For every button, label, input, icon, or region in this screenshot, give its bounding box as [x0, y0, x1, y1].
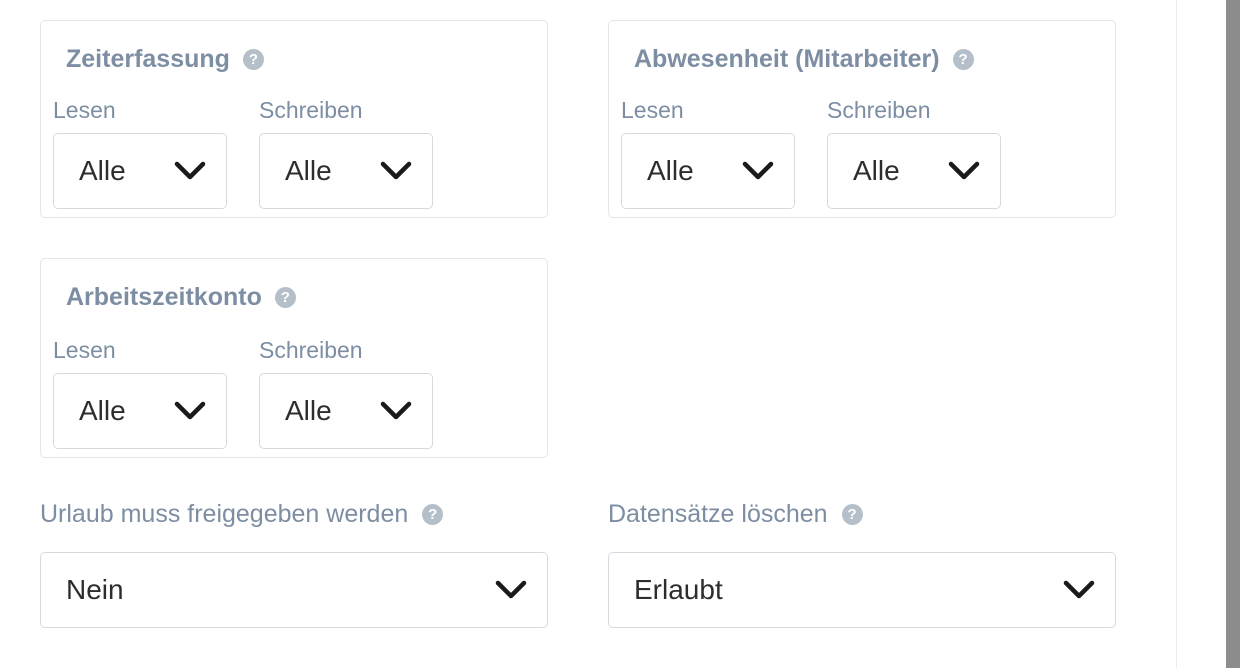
write-select[interactable]: Alle [827, 133, 1001, 209]
question-circle-icon[interactable]: ? [952, 49, 974, 70]
chevron-down-icon [380, 161, 412, 180]
vacation-approval-value: Nein [66, 574, 124, 605]
read-select-value: Alle [79, 155, 126, 186]
read-select-value: Alle [79, 395, 126, 426]
read-select[interactable]: Alle [53, 133, 227, 209]
vacation-approval-label: Urlaub muss freigegeben werden ? [40, 500, 444, 529]
read-select[interactable]: Alle [621, 133, 795, 209]
write-label: Schreiben [259, 97, 363, 123]
delete-records-value: Erlaubt [634, 574, 723, 605]
chevron-down-icon [380, 401, 412, 420]
panel-right-edge [1176, 0, 1227, 668]
chevron-down-icon [948, 161, 980, 180]
write-select[interactable]: Alle [259, 373, 433, 449]
write-select-value: Alle [285, 155, 332, 186]
read-label: Lesen [53, 97, 116, 123]
question-circle-icon[interactable]: ? [422, 504, 444, 525]
group-title-text: Abwesenheit (Mitarbeiter) [634, 45, 940, 73]
write-select[interactable]: Alle [259, 133, 433, 209]
chevron-down-icon [174, 401, 206, 420]
read-label: Lesen [621, 97, 684, 123]
question-circle-icon[interactable]: ? [242, 49, 264, 70]
chevron-down-icon [495, 580, 527, 599]
vacation-approval-label-text: Urlaub muss freigegeben werden [40, 500, 409, 528]
permission-group-arbeitszeitkonto: Arbeitszeitkonto ? Lesen Schreiben Alle … [40, 258, 548, 458]
group-title-text: Arbeitszeitkonto [66, 283, 262, 311]
delete-records-select[interactable]: Erlaubt [608, 552, 1116, 628]
group-title-text: Zeiterfassung [66, 45, 230, 73]
chevron-down-icon [174, 161, 206, 180]
delete-records-label-text: Datensätze löschen [608, 500, 828, 528]
chevron-down-icon [1063, 580, 1095, 599]
read-select[interactable]: Alle [53, 373, 227, 449]
permission-group-abwesenheit: Abwesenheit (Mitarbeiter) ? Lesen Schrei… [608, 20, 1116, 218]
question-circle-icon[interactable]: ? [274, 287, 296, 308]
permission-group-zeiterfassung: Zeiterfassung ? Lesen Schreiben Alle All… [40, 20, 548, 218]
write-label: Schreiben [259, 337, 363, 363]
group-title: Arbeitszeitkonto ? [66, 283, 296, 312]
group-title: Zeiterfassung ? [66, 45, 264, 74]
question-circle-icon[interactable]: ? [841, 504, 863, 525]
write-label: Schreiben [827, 97, 931, 123]
chevron-down-icon [742, 161, 774, 180]
group-title: Abwesenheit (Mitarbeiter) ? [634, 45, 974, 74]
read-select-value: Alle [647, 155, 694, 186]
delete-records-label: Datensätze löschen ? [608, 500, 863, 529]
scrollbar[interactable] [1226, 0, 1240, 668]
write-select-value: Alle [285, 395, 332, 426]
read-label: Lesen [53, 337, 116, 363]
vacation-approval-select[interactable]: Nein [40, 552, 548, 628]
write-select-value: Alle [853, 155, 900, 186]
